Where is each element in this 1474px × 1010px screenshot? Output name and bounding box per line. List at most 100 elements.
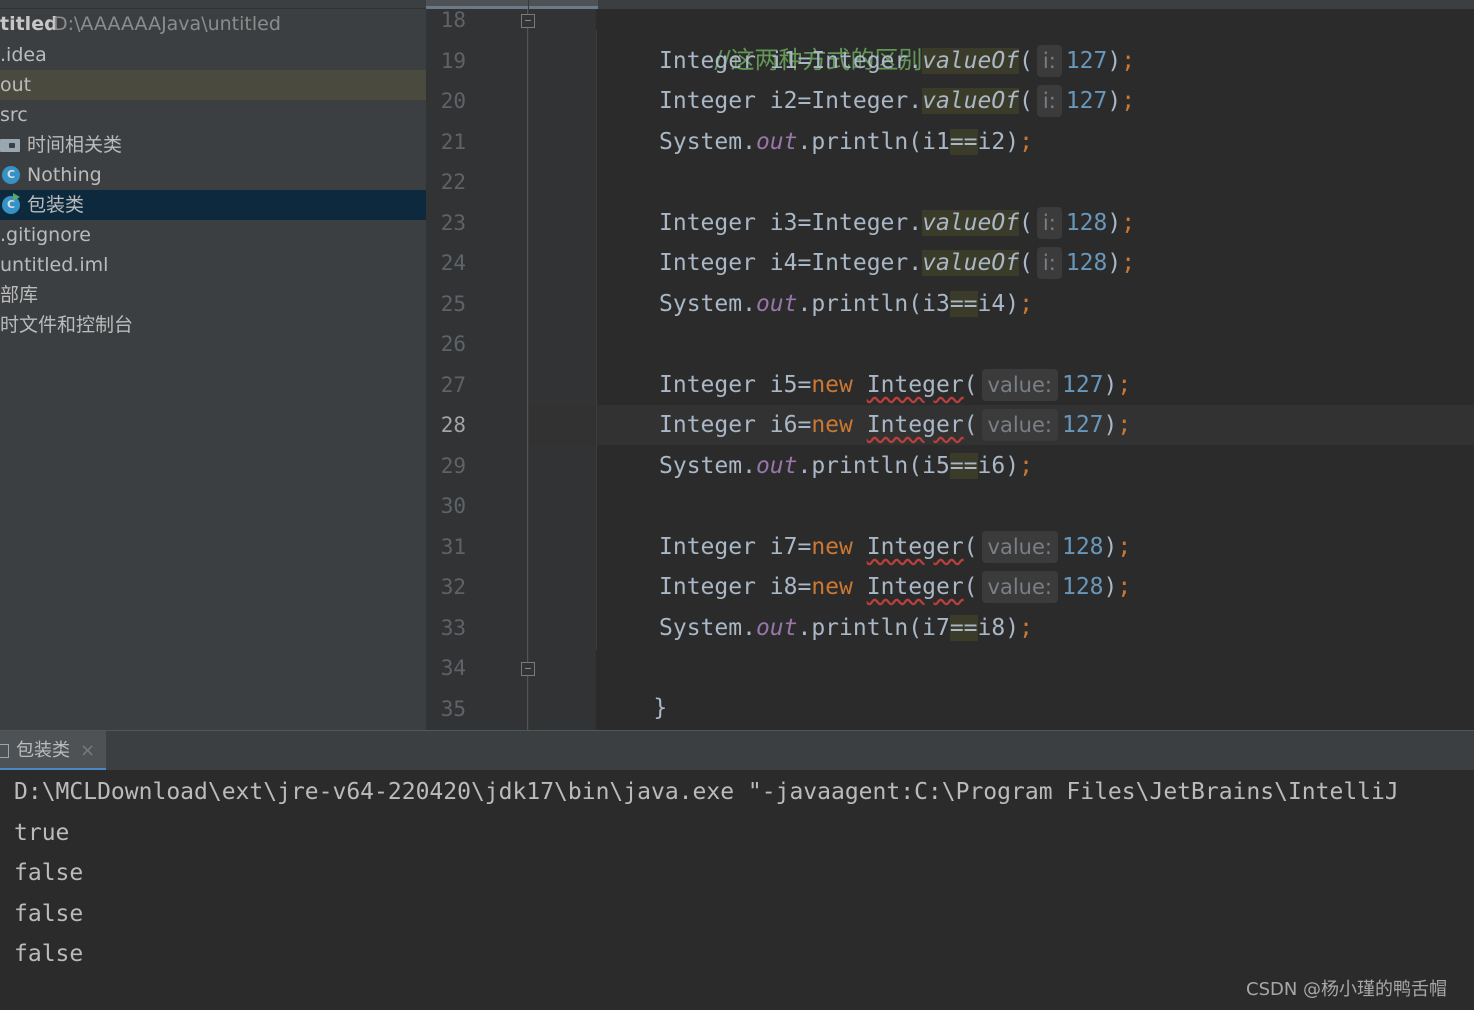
line-number[interactable]: 20 <box>426 81 466 121</box>
line-number[interactable]: 30 <box>426 486 466 526</box>
line-number[interactable]: 24 <box>426 243 466 283</box>
line-number[interactable]: 31 <box>426 527 466 567</box>
tree-item-project-root[interactable]: titled D:\AAAAAAJava\untitled <box>0 9 426 39</box>
close-icon[interactable]: × <box>80 731 95 771</box>
run-tab[interactable]: 包装类 × <box>0 731 106 771</box>
line-number[interactable]: 29 <box>426 446 466 486</box>
code-text: ( <box>963 412 978 438</box>
tree-item-gitignore[interactable]: .gitignore <box>0 220 426 250</box>
tree-item-external-libraries[interactable]: 部库 <box>0 280 426 310</box>
deprecated-constructor: Integer <box>866 412 964 438</box>
code-text: .println(i7 <box>797 615 950 641</box>
project-root-name: titled <box>0 13 58 35</box>
code-text: .println(i5 <box>797 453 950 479</box>
code-line-33[interactable]: System.out.println(i7==i8); <box>659 608 1033 648</box>
code-text: ) <box>1107 48 1122 74</box>
tree-item-class-nothing[interactable]: C Nothing <box>0 160 426 190</box>
editor-tab-strip <box>426 0 1474 9</box>
code-line-34[interactable]: } <box>598 648 667 721</box>
line-number[interactable]: 33 <box>426 608 466 648</box>
line-number[interactable]: 22 <box>426 162 466 202</box>
method-call: valueOf <box>922 250 1020 276</box>
code-text: ( <box>1019 88 1033 114</box>
semicolon: ; <box>1121 48 1136 74</box>
code-text: i2) <box>977 129 1020 155</box>
number-literal: 127 <box>1065 48 1108 74</box>
tree-item-label: 时文件和控制台 <box>0 314 134 336</box>
console-output-line: false <box>14 860 84 886</box>
line-number[interactable]: 18 <box>426 0 466 40</box>
code-text: ( <box>1019 250 1033 276</box>
line-number[interactable]: 27 <box>426 365 466 405</box>
code-text: ) <box>1103 534 1118 560</box>
code-text: ) <box>1103 372 1118 398</box>
code-line-23[interactable]: Integer i3=Integer.valueOf(i: 128); <box>659 203 1135 243</box>
semicolon: ; <box>1121 210 1136 236</box>
operator-highlight: == <box>949 615 978 641</box>
keyword: new <box>811 412 853 438</box>
code-text: .println(i3 <box>797 291 950 317</box>
code-text: ) <box>1107 250 1122 276</box>
code-line-29[interactable]: System.out.println(i5==i6); <box>659 446 1033 486</box>
semicolon: ; <box>1019 129 1033 155</box>
code-line-35[interactable]: } <box>538 689 607 729</box>
line-number[interactable]: 23 <box>426 203 466 243</box>
run-console[interactable]: D:\MCLDownload\ext\jre-v64-220420\jdk17\… <box>0 770 1474 1010</box>
parameter-hint: value: <box>981 571 1058 603</box>
project-tool-window: titled D:\AAAAAAJava\untitled .idea out … <box>0 0 426 730</box>
indent-guide <box>528 0 529 730</box>
line-number[interactable]: 25 <box>426 284 466 324</box>
console-tab-icon <box>0 744 9 758</box>
code-text: System. <box>659 129 756 155</box>
code-text: System. <box>659 291 756 317</box>
code-text: Integer i3=Integer. <box>659 210 923 236</box>
line-number[interactable]: 19 <box>426 41 466 81</box>
tree-item-idea[interactable]: .idea <box>0 40 426 70</box>
code-text: Integer i5= <box>659 372 812 398</box>
tree-item-label: out <box>0 74 32 96</box>
console-output-line: false <box>14 901 84 927</box>
operator-highlight: == <box>949 129 978 155</box>
semicolon: ; <box>1019 291 1033 317</box>
line-number[interactable]: 21 <box>426 122 466 162</box>
code-editor[interactable]: 18 19 20 21 22 23 24 25 26 27 28 29 30 31 32 33 34 35 //这… <box>426 0 1474 730</box>
code-line-21[interactable]: System.out.println(i1==i2); <box>659 122 1033 162</box>
code-line-20[interactable]: Integer i2=Integer.valueOf(i: 127); <box>659 81 1135 121</box>
csdn-watermark: CSDN @杨小瑾的鸭舌帽 <box>1246 979 1448 1000</box>
code-text: ) <box>1103 412 1118 438</box>
code-line-25[interactable]: System.out.println(i3==i4); <box>659 284 1033 324</box>
line-number[interactable]: 34 <box>426 648 466 688</box>
code-line-32[interactable]: Integer i8=new Integer(value: 128); <box>659 567 1131 607</box>
keyword: new <box>811 534 853 560</box>
code-line-31[interactable]: Integer i7=new Integer(value: 128); <box>659 527 1131 567</box>
tree-item-scratches[interactable]: 时文件和控制台 <box>0 310 426 340</box>
tree-item-label: .idea <box>0 44 47 66</box>
run-tool-window-header: 包装类 × <box>0 730 1474 771</box>
tree-item-class-wrapper[interactable]: C 包装类 <box>0 190 426 220</box>
line-number[interactable]: 32 <box>426 567 466 607</box>
method-call: valueOf <box>922 48 1020 74</box>
code-line-27[interactable]: Integer i5=new Integer(value: 127); <box>659 365 1131 405</box>
code-line-28[interactable]: Integer i6=new Integer(value: 127); <box>659 405 1131 445</box>
code-text: Integer i1=Integer. <box>659 48 923 74</box>
line-number[interactable]: 28 <box>426 405 466 445</box>
line-number[interactable]: 35 <box>426 689 466 729</box>
tree-item-iml[interactable]: untitled.iml <box>0 250 426 280</box>
code-line-24[interactable]: Integer i4=Integer.valueOf(i: 128); <box>659 243 1135 283</box>
run-badge-icon <box>13 193 20 201</box>
closing-brace: } <box>653 695 668 721</box>
number-literal: 128 <box>1065 250 1108 276</box>
parameter-hint: i: <box>1036 45 1062 77</box>
code-line-18[interactable]: //这两种方式的区别 <box>659 0 922 74</box>
semicolon: ; <box>1117 372 1132 398</box>
parameter-hint: i: <box>1036 85 1062 117</box>
line-number[interactable]: 26 <box>426 324 466 364</box>
tree-item-package-time[interactable]: 时间相关类 <box>0 130 426 160</box>
project-root-path: D:\AAAAAAJava\untitled <box>53 13 281 35</box>
tree-item-label: 部库 <box>0 284 39 306</box>
tree-item-src[interactable]: src <box>0 100 426 130</box>
method-call: valueOf <box>922 210 1020 236</box>
tree-item-out[interactable]: out <box>0 70 426 100</box>
code-line-19[interactable]: Integer i1=Integer.valueOf(i: 127); <box>659 41 1135 81</box>
tree-item-label: Nothing <box>27 164 102 186</box>
